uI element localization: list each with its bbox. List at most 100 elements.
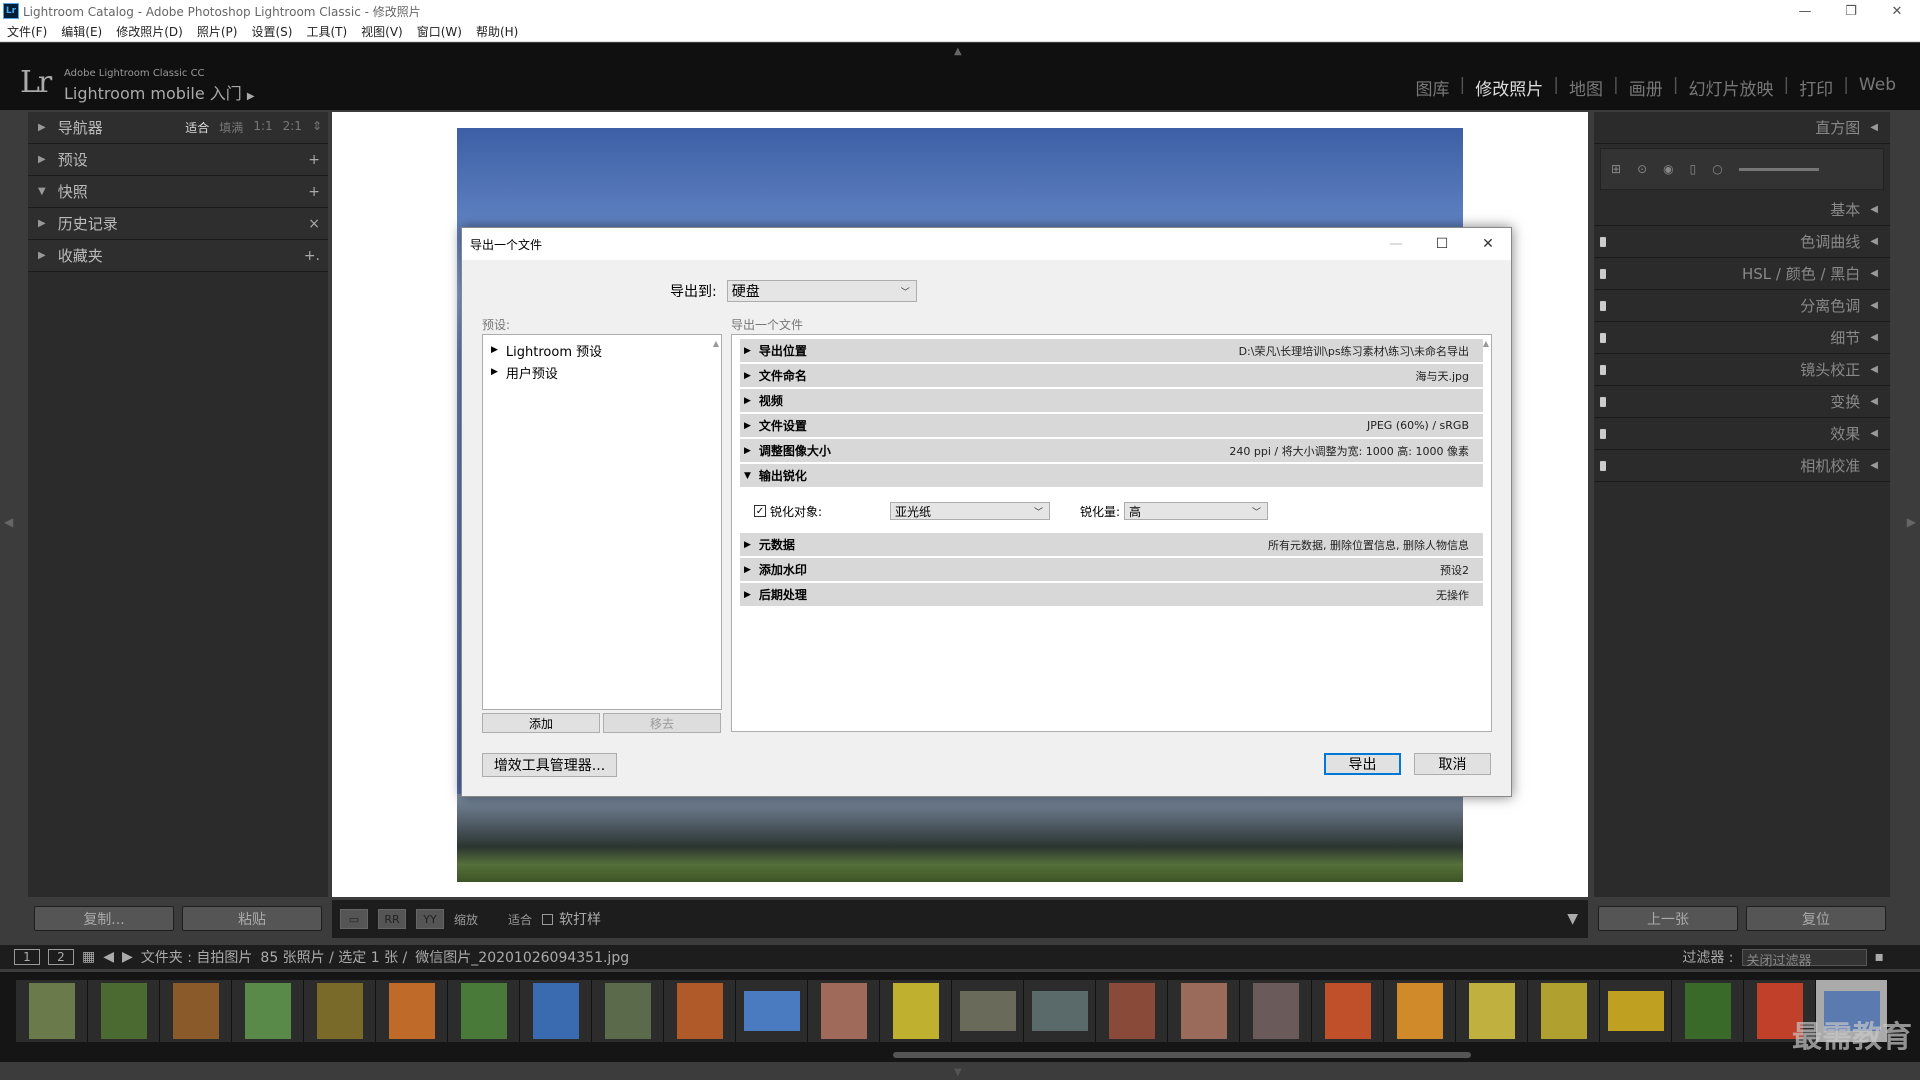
reset-button[interactable]: 复位 xyxy=(1746,906,1886,931)
module-print[interactable]: 打印 xyxy=(1789,75,1843,100)
thumbnail[interactable] xyxy=(448,980,520,1042)
menu-settings[interactable]: 设置(S) xyxy=(244,23,299,40)
primary-window-button[interactable]: 1 xyxy=(14,949,40,965)
grid-view-icon[interactable]: ▦ xyxy=(82,949,95,965)
mobile-getting-started[interactable]: Lightroom mobile 入门 ▶ xyxy=(64,80,255,104)
radial-filter-icon[interactable]: ○ xyxy=(1712,162,1722,176)
filter-lock-icon[interactable]: ▪ xyxy=(1875,949,1885,965)
menu-help[interactable]: 帮助(H) xyxy=(469,23,525,40)
crop-icon[interactable]: ⊞ xyxy=(1611,162,1621,176)
calibration-panel-header[interactable]: 相机校准 ◀ xyxy=(1594,450,1890,482)
soft-proof-toggle[interactable]: 软打样 xyxy=(542,909,601,929)
add-snapshot-icon[interactable]: + xyxy=(308,184,320,200)
add-preset-icon[interactable]: + xyxy=(308,152,320,168)
plugin-manager-button[interactable]: 增效工具管理器... xyxy=(482,753,617,777)
thumbnail[interactable] xyxy=(376,980,448,1042)
zoom-control[interactable]: 缩放 适合 xyxy=(454,911,532,928)
tone-curve-panel-header[interactable]: 色调曲线 ◀ xyxy=(1594,226,1890,258)
effects-panel-header[interactable]: 效果 ◀ xyxy=(1594,418,1890,450)
menu-develop[interactable]: 修改照片(D) xyxy=(109,23,190,40)
module-book[interactable]: 画册 xyxy=(1619,75,1673,100)
section-video[interactable]: ▶ 视频 xyxy=(740,389,1483,412)
thumbnail[interactable] xyxy=(1240,980,1312,1042)
close-icon[interactable]: ✕ xyxy=(1874,0,1920,22)
module-slideshow[interactable]: 幻灯片放映 xyxy=(1678,75,1783,100)
scroll-up-icon[interactable]: ▲ xyxy=(1483,339,1489,348)
before-after-lr-icon[interactable]: RR xyxy=(378,909,406,929)
thumbnail[interactable] xyxy=(1600,980,1672,1042)
thumbnail[interactable] xyxy=(160,980,232,1042)
thumbnail[interactable] xyxy=(1312,980,1384,1042)
thumbnail[interactable] xyxy=(520,980,592,1042)
menu-tools[interactable]: 工具(T) xyxy=(299,23,354,40)
restore-icon[interactable]: ❐ xyxy=(1828,0,1874,22)
thumbnail[interactable] xyxy=(1672,980,1744,1042)
section-image-sizing[interactable]: ▶ 调整图像大小 240 ppi / 将大小调整为宽: 1000 高: 1000 像… xyxy=(740,439,1483,462)
snapshots-panel-header[interactable]: ▼ 快照 + xyxy=(28,176,328,208)
thumbnail[interactable] xyxy=(304,980,376,1042)
thumbnail[interactable] xyxy=(1024,980,1096,1042)
export-button[interactable]: 导出 xyxy=(1324,753,1401,775)
thumbnail[interactable] xyxy=(592,980,664,1042)
collections-panel-header[interactable]: ▶ 收藏夹 +. xyxy=(28,240,328,272)
thumbnail[interactable] xyxy=(808,980,880,1042)
menu-edit[interactable]: 编辑(E) xyxy=(54,23,109,40)
copy-settings-button[interactable]: 复制... xyxy=(34,906,174,931)
sharpen-checkbox[interactable]: ✓ xyxy=(754,505,766,517)
section-post-processing[interactable]: ▶ 后期处理 无操作 xyxy=(740,583,1483,606)
thumbnail[interactable] xyxy=(1456,980,1528,1042)
section-watermarking[interactable]: ▶ 添加水印 预设2 xyxy=(740,558,1483,581)
preset-folder-user[interactable]: ▶ 用户预设 xyxy=(491,361,713,383)
loupe-view-icon[interactable]: ▭ xyxy=(340,909,368,929)
thumbnail[interactable] xyxy=(1096,980,1168,1042)
spot-removal-icon[interactable]: ⊙ xyxy=(1637,162,1647,176)
thumbnail[interactable] xyxy=(952,980,1024,1042)
minimize-icon[interactable]: — xyxy=(1782,0,1828,22)
preset-folder-lightroom[interactable]: ▶ Lightroom 预设 xyxy=(491,339,713,361)
menu-photo[interactable]: 照片(P) xyxy=(190,23,245,40)
zoom-fill[interactable]: 填满 xyxy=(219,119,243,136)
secondary-window-button[interactable]: 2 xyxy=(48,949,74,965)
back-icon[interactable]: ◀ xyxy=(103,949,114,965)
lens-corrections-panel-header[interactable]: 镜头校正 ◀ xyxy=(1594,354,1890,386)
before-after-yy-icon[interactable]: YY xyxy=(416,909,444,929)
sharpen-target-select[interactable]: 亚光纸 ﹀ xyxy=(890,502,1050,520)
red-eye-icon[interactable]: ◉ xyxy=(1663,162,1673,176)
collapse-top-icon[interactable]: ▲ xyxy=(954,46,962,57)
clear-history-icon[interactable]: × xyxy=(308,216,320,232)
paste-settings-button[interactable]: 粘贴 xyxy=(182,906,322,931)
thumbnail[interactable] xyxy=(232,980,304,1042)
cancel-button[interactable]: 取消 xyxy=(1414,753,1491,775)
navigator-panel-header[interactable]: ▶ 导航器 适合 填满 1:1 2:1 ⇕ xyxy=(28,112,328,144)
module-library[interactable]: 图库 xyxy=(1406,75,1460,100)
histogram-panel-header[interactable]: 直方图 ◀ xyxy=(1594,112,1890,144)
minimize-icon[interactable]: — xyxy=(1373,228,1419,260)
transform-panel-header[interactable]: 变换 ◀ xyxy=(1594,386,1890,418)
section-output-sharpening[interactable]: ▼ 输出锐化 xyxy=(740,464,1483,487)
menu-file[interactable]: 文件(F) xyxy=(0,23,54,40)
section-file-naming[interactable]: ▶ 文件命名 海与天.jpg xyxy=(740,364,1483,387)
zoom-fit[interactable]: 适合 xyxy=(185,119,209,136)
thumbnail[interactable] xyxy=(1528,980,1600,1042)
thumbnail[interactable] xyxy=(1384,980,1456,1042)
basic-panel-header[interactable]: 基本 ◀ xyxy=(1594,194,1890,226)
zoom-1-1[interactable]: 1:1 xyxy=(253,119,272,136)
maximize-icon[interactable]: ☐ xyxy=(1419,228,1465,260)
filmstrip-scrollbar[interactable] xyxy=(893,1052,1471,1058)
module-develop[interactable]: 修改照片 xyxy=(1465,75,1553,100)
add-collection-icon[interactable]: +. xyxy=(304,248,320,264)
section-export-location[interactable]: ▶ 导出位置 D:\荣凡\长理培训\ps练习素材\练习\未命名导出 xyxy=(740,339,1483,362)
thumbnail[interactable] xyxy=(664,980,736,1042)
section-metadata[interactable]: ▶ 元数据 所有元数据, 删除位置信息, 删除人物信息 xyxy=(740,533,1483,556)
graduated-filter-icon[interactable]: ▯ xyxy=(1690,162,1697,176)
presets-panel-header[interactable]: ▶ 预设 + xyxy=(28,144,328,176)
detail-panel-header[interactable]: 细节 ◀ xyxy=(1594,322,1890,354)
thumbnail[interactable] xyxy=(88,980,160,1042)
selected-filename[interactable]: 微信图片_20201026094351.jpg xyxy=(415,947,629,967)
module-map[interactable]: 地图 xyxy=(1559,75,1613,100)
toolbar-menu-icon[interactable]: ▼ xyxy=(1567,911,1578,927)
thumbnail[interactable] xyxy=(736,980,808,1042)
add-preset-button[interactable]: 添加 xyxy=(482,713,600,733)
sharpen-amount-select[interactable]: 高 ﹀ xyxy=(1124,502,1269,520)
thumbnail[interactable] xyxy=(16,980,88,1042)
